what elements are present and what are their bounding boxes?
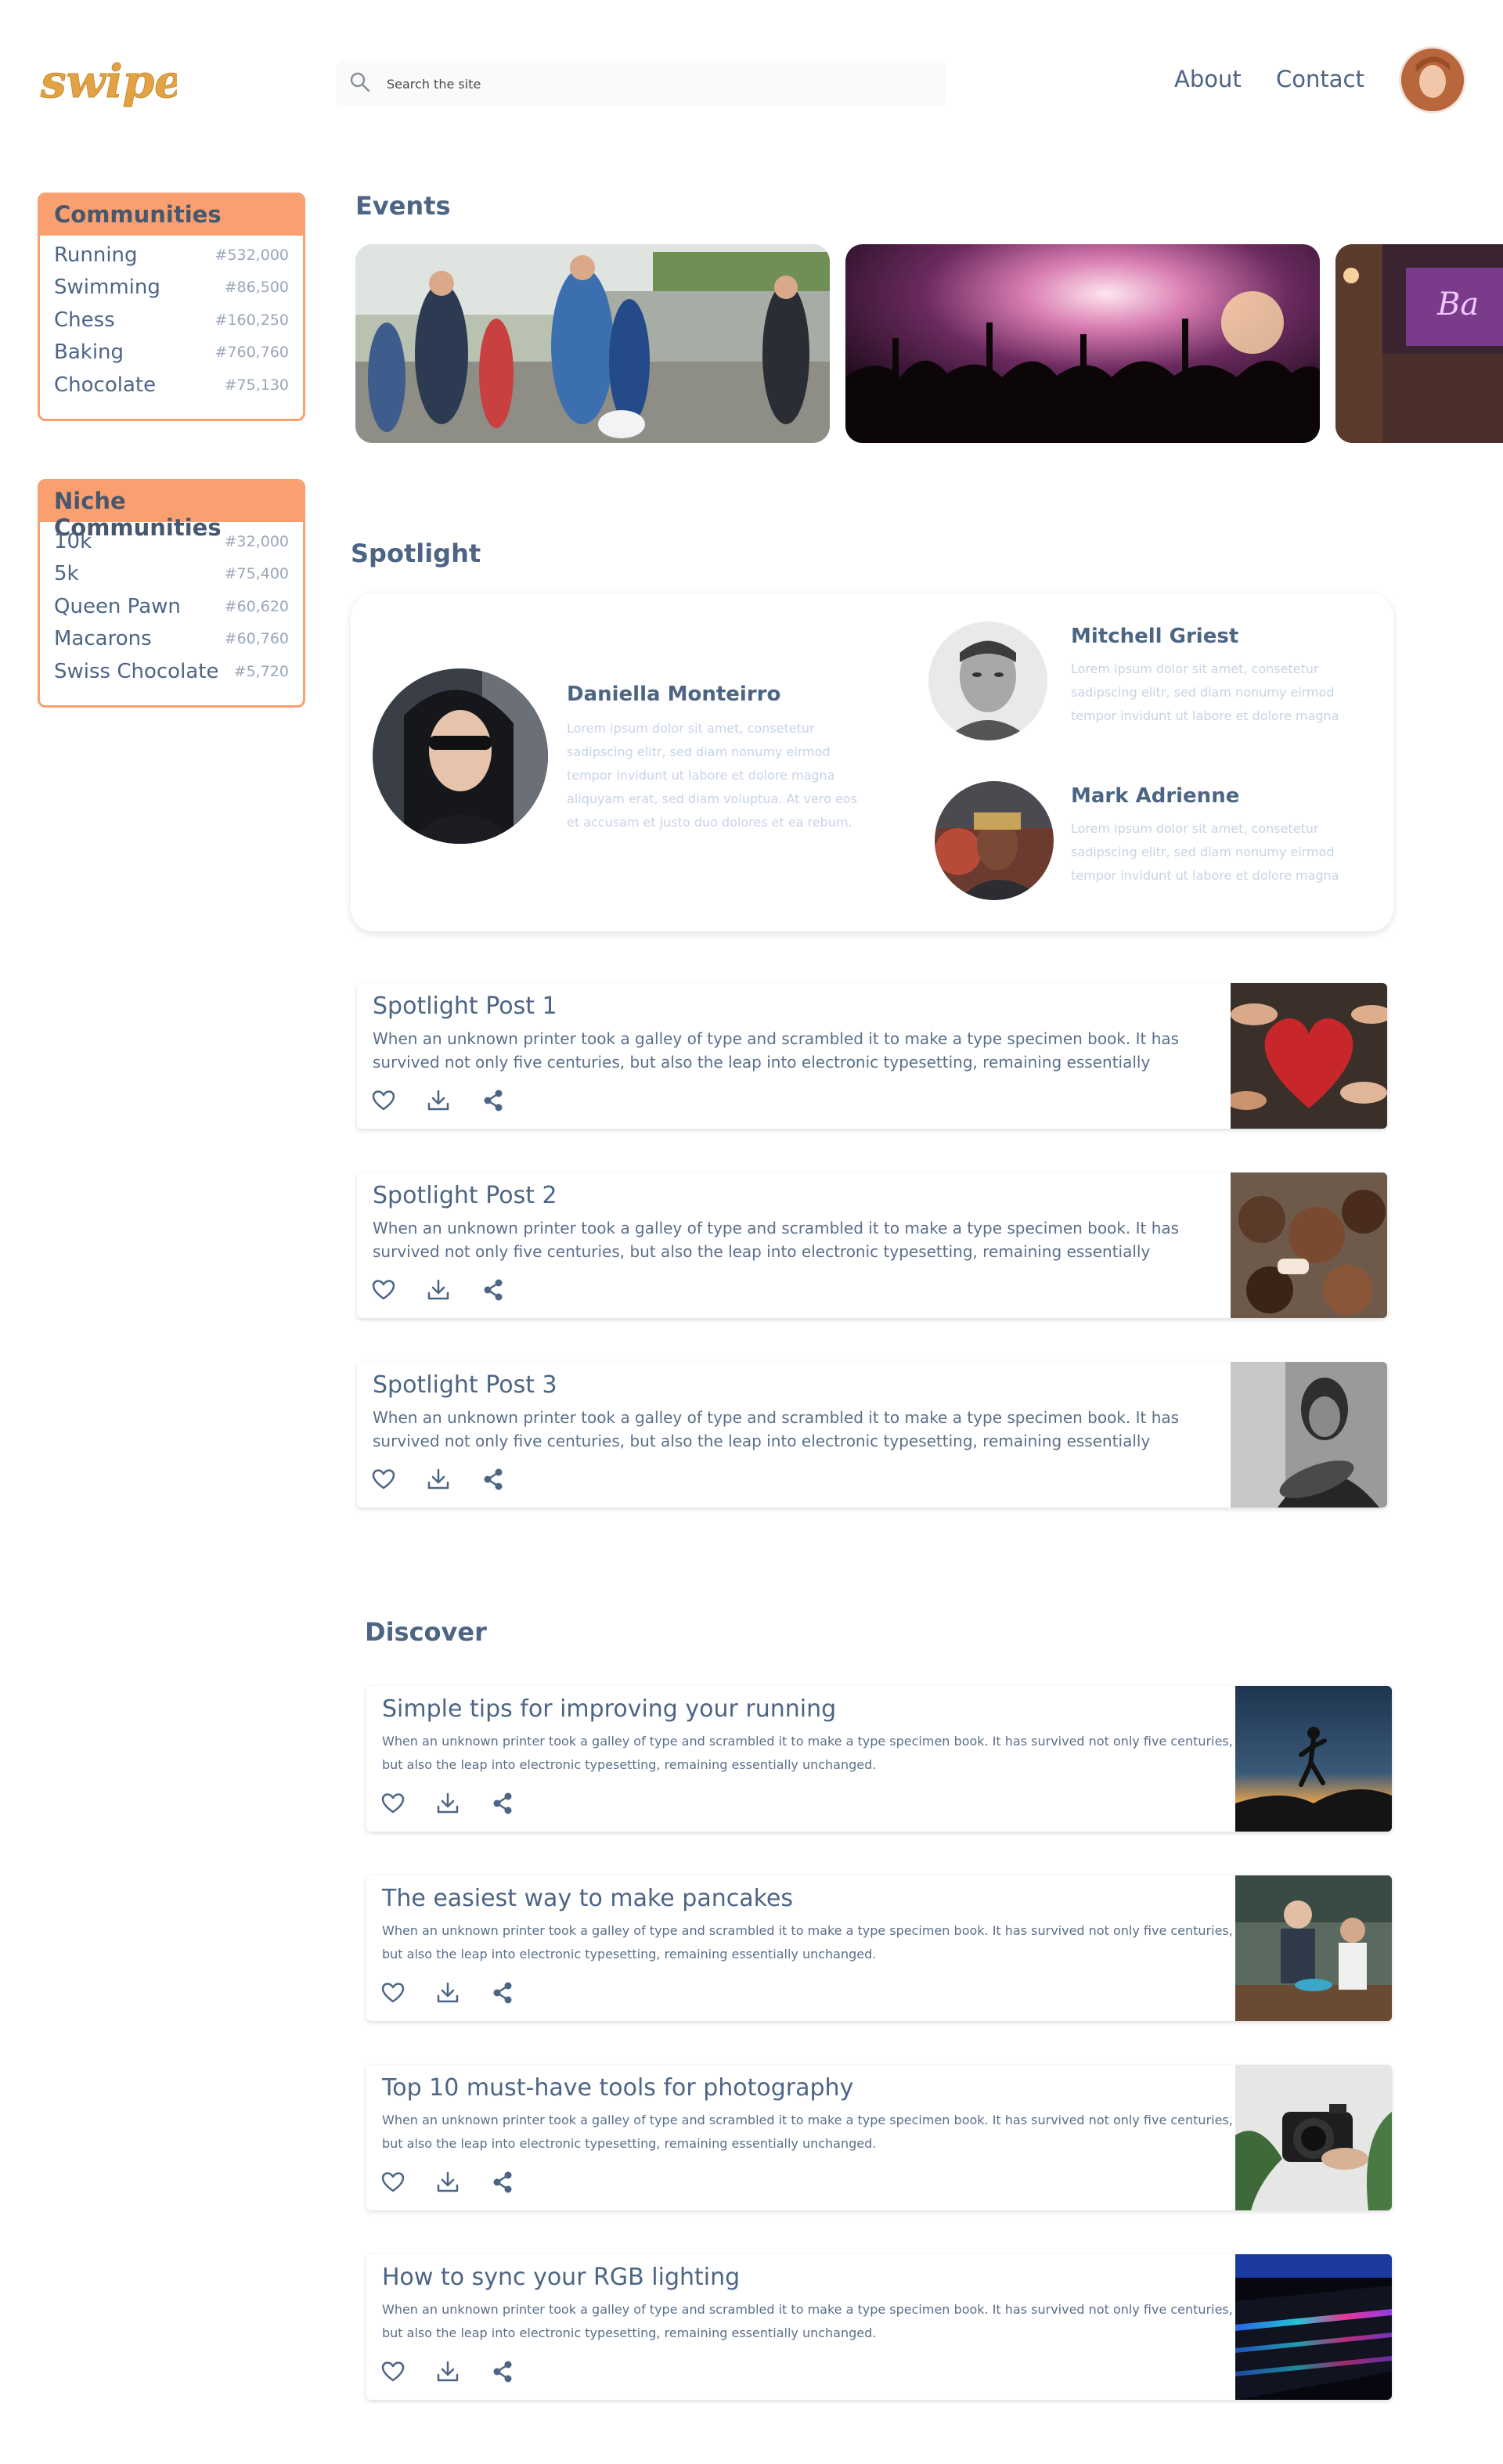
niche-item[interactable]: Queen Pawn #60,620 bbox=[40, 590, 303, 623]
post-thumbnail[interactable] bbox=[1231, 983, 1387, 1129]
download-icon[interactable] bbox=[426, 1277, 451, 1302]
swipe-logo[interactable]: swipe bbox=[38, 49, 184, 114]
niche-communities-title: Niche Communities bbox=[40, 481, 303, 541]
community-item[interactable]: Chocolate #75,130 bbox=[40, 369, 303, 402]
heart-icon[interactable] bbox=[380, 1980, 405, 2005]
avatar[interactable] bbox=[935, 781, 1054, 900]
post-thumbnail[interactable] bbox=[1235, 1875, 1392, 2021]
post-description: When an unknown printer took a galley of… bbox=[382, 2302, 1233, 2340]
post-description: When an unknown printer took a galley of… bbox=[373, 1219, 1180, 1261]
share-icon[interactable] bbox=[481, 1467, 506, 1492]
spotlight-people-card: Daniella Monteirro Lorem ipsum dolor sit… bbox=[351, 593, 1393, 931]
heart-icon[interactable] bbox=[380, 2170, 405, 2195]
post-thumbnail[interactable] bbox=[1235, 2254, 1392, 2400]
logo-text: swipe bbox=[40, 55, 177, 108]
post-thumbnail[interactable] bbox=[1235, 1686, 1392, 1832]
discover-post-card[interactable]: The easiest way to make pancakes When an… bbox=[366, 1875, 1392, 2021]
avatar[interactable] bbox=[928, 621, 1047, 740]
post-title[interactable]: The easiest way to make pancakes bbox=[382, 1885, 793, 1912]
niche-communities-card: Niche Communities 10k #32,000 5k #75,400 Q… bbox=[38, 479, 305, 708]
post-description: When an unknown printer took a galley of… bbox=[373, 1029, 1180, 1072]
post-title[interactable]: Spotlight Post 3 bbox=[373, 1371, 557, 1399]
share-icon[interactable] bbox=[490, 1791, 515, 1816]
download-icon[interactable] bbox=[426, 1467, 451, 1492]
post-description: When an unknown printer took a galley of… bbox=[373, 1408, 1180, 1450]
niche-item[interactable]: Swiss Chocolate #5,720 bbox=[40, 655, 303, 688]
post-thumbnail[interactable] bbox=[1231, 1362, 1387, 1508]
download-icon[interactable] bbox=[435, 2359, 460, 2384]
event-card-bar[interactable]: Ba bbox=[1335, 244, 1503, 443]
post-title[interactable]: Simple tips for improving your running bbox=[382, 1695, 836, 1723]
post-title[interactable]: Top 10 must-have tools for photography bbox=[382, 2074, 853, 2102]
download-icon[interactable] bbox=[435, 1791, 460, 1816]
heart-icon[interactable] bbox=[380, 2359, 405, 2384]
community-item[interactable]: Swimming #86,500 bbox=[40, 272, 303, 304]
share-icon[interactable] bbox=[481, 1277, 506, 1302]
download-icon[interactable] bbox=[435, 1980, 460, 2005]
nav-about[interactable]: About bbox=[1174, 66, 1242, 92]
spotlight-post-card[interactable]: Spotlight Post 1 When an unknown printer… bbox=[357, 983, 1387, 1129]
post-description: When an unknown printer took a galley of… bbox=[382, 1734, 1233, 1772]
nav-contact[interactable]: Contact bbox=[1276, 66, 1364, 92]
download-icon[interactable] bbox=[435, 2170, 460, 2195]
communities-card: Communities Running #532,000 Swimming #86,… bbox=[38, 193, 305, 421]
post-thumbnail[interactable] bbox=[1231, 1173, 1387, 1318]
person-description: Lorem ipsum dolor sit amet, consetetur s… bbox=[1071, 821, 1339, 883]
person-name[interactable]: Mitchell Griest bbox=[1071, 625, 1238, 648]
heart-icon[interactable] bbox=[371, 1467, 396, 1492]
download-icon[interactable] bbox=[426, 1088, 451, 1113]
search-bar[interactable] bbox=[337, 61, 947, 106]
community-item[interactable]: Running #532,000 bbox=[40, 239, 303, 272]
share-icon[interactable] bbox=[490, 1980, 515, 2005]
community-item[interactable]: Chess #160,250 bbox=[40, 304, 303, 337]
post-description: When an unknown printer took a galley of… bbox=[382, 1923, 1233, 1961]
person-name[interactable]: Daniella Monteirro bbox=[567, 683, 780, 706]
niche-item[interactable]: Macarons #60,760 bbox=[40, 623, 303, 656]
person-description: Lorem ipsum dolor sit amet, consetetur s… bbox=[567, 721, 857, 830]
discover-post-card[interactable]: How to sync your RGB lighting When an un… bbox=[366, 2254, 1392, 2400]
discover-title: Discover bbox=[365, 1617, 487, 1647]
events-title: Events bbox=[355, 191, 451, 221]
spotlight-post-card[interactable]: Spotlight Post 3 When an unknown printer… bbox=[357, 1362, 1387, 1508]
svg-text:Ba: Ba bbox=[1436, 286, 1479, 322]
avatar[interactable] bbox=[373, 668, 548, 844]
communities-title: Communities bbox=[40, 195, 303, 236]
share-icon[interactable] bbox=[481, 1088, 506, 1113]
post-title[interactable]: How to sync your RGB lighting bbox=[382, 2264, 740, 2291]
spotlight-post-card[interactable]: Spotlight Post 2 When an unknown printer… bbox=[357, 1173, 1387, 1318]
discover-post-card[interactable]: Simple tips for improving your running W… bbox=[366, 1686, 1392, 1832]
share-icon[interactable] bbox=[490, 2170, 515, 2195]
person-name[interactable]: Mark Adrienne bbox=[1071, 784, 1239, 808]
spotlight-title: Spotlight bbox=[351, 539, 481, 568]
niche-item[interactable]: 5k #75,400 bbox=[40, 558, 303, 591]
search-input[interactable] bbox=[387, 76, 856, 92]
heart-icon[interactable] bbox=[371, 1277, 396, 1302]
community-item[interactable]: Baking #760,760 bbox=[40, 337, 303, 369]
event-card-running[interactable] bbox=[355, 244, 830, 443]
post-title[interactable]: Spotlight Post 1 bbox=[373, 992, 557, 1020]
person-description: Lorem ipsum dolor sit amet, consetetur s… bbox=[1071, 661, 1339, 723]
heart-icon[interactable] bbox=[380, 1791, 405, 1816]
user-avatar[interactable] bbox=[1401, 49, 1464, 111]
post-description: When an unknown printer took a galley of… bbox=[382, 2113, 1233, 2151]
post-title[interactable]: Spotlight Post 2 bbox=[373, 1182, 557, 1209]
search-icon bbox=[349, 71, 371, 96]
event-card-concert[interactable] bbox=[845, 244, 1320, 443]
discover-post-card[interactable]: Top 10 must-have tools for photography W… bbox=[366, 2065, 1392, 2210]
heart-icon[interactable] bbox=[371, 1088, 396, 1113]
post-thumbnail[interactable] bbox=[1235, 2065, 1392, 2210]
share-icon[interactable] bbox=[490, 2359, 515, 2384]
